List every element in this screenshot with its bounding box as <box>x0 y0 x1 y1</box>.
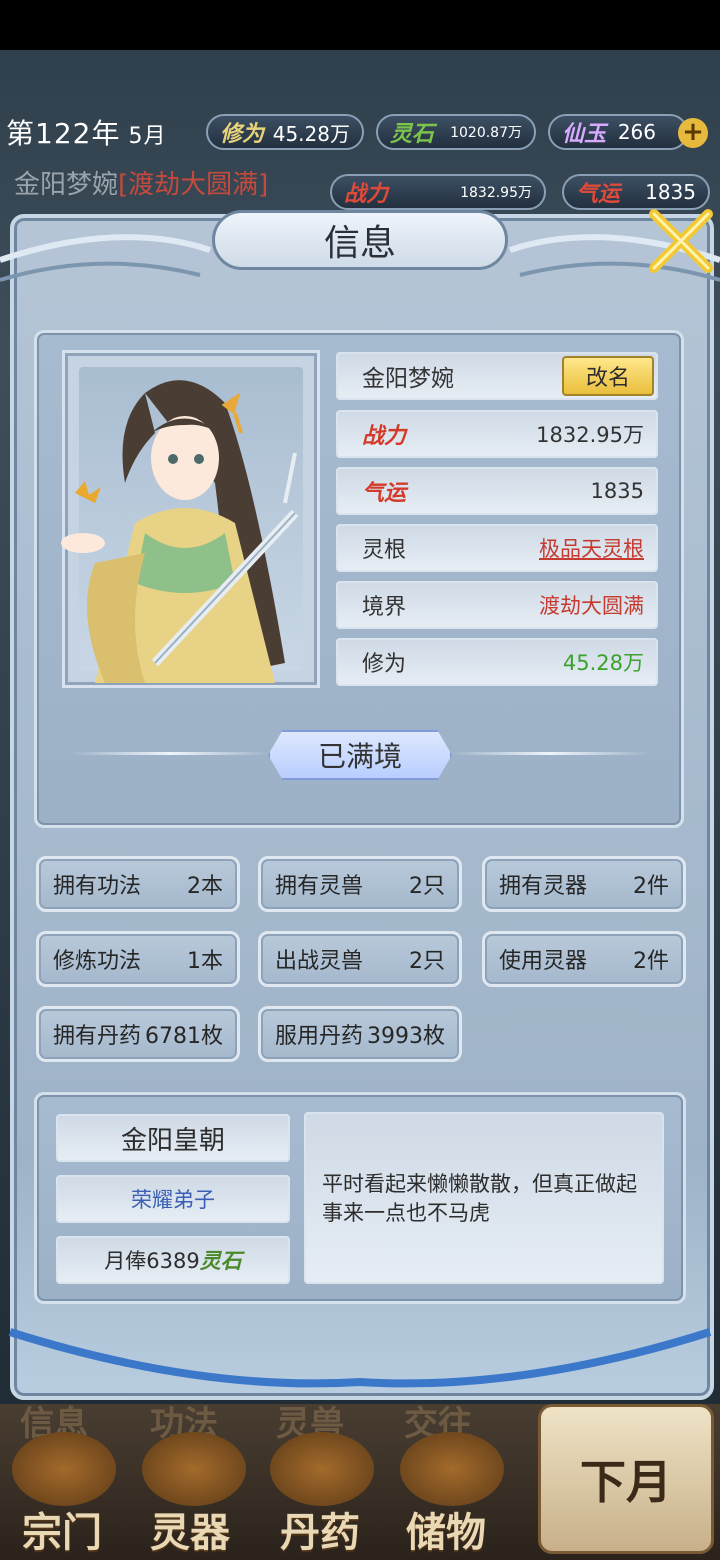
add-xianyu-button[interactable]: + <box>678 118 708 148</box>
zhanli-row-label: 战力 <box>362 423 407 449</box>
stat-label: 拥有丹药 <box>53 1024 142 1049</box>
stat-label: 拥有功法 <box>53 874 142 899</box>
stat-consumed-pills[interactable]: 服用丹药 3993枚 <box>258 1006 462 1062</box>
salary-amount: 月俸6389 <box>104 1249 200 1273</box>
salary-unit: 灵石 <box>199 1248 242 1273</box>
stat-equipped-artifacts[interactable]: 使用灵器 2件 <box>482 931 686 987</box>
character-description: 平时看起来懒懒散散，但真正做起事来一点也不马虎 <box>304 1112 664 1284</box>
qiyun-row: 气运 1835 <box>336 467 658 515</box>
qiyun-chip: 气运 1835 <box>562 174 710 210</box>
pill-gourd-icon <box>270 1432 374 1506</box>
stat-value: 3993枚 <box>367 1024 445 1049</box>
nav-tab-pills[interactable]: 丹药 <box>280 1500 360 1558</box>
hud-character-name: 金阳梦婉 <box>14 170 119 200</box>
zhanli-row: 战力 1832.95万 <box>336 410 658 458</box>
xiuwei-label: 修为 <box>220 121 265 147</box>
next-month-button[interactable]: 下月 <box>538 1404 714 1554</box>
stat-value: 2只 <box>409 949 445 974</box>
stat-battle-beasts[interactable]: 出战灵兽 2只 <box>258 931 462 987</box>
xianyu-label: 仙玉 <box>562 121 607 147</box>
stat-label: 使用灵器 <box>499 949 588 974</box>
nav-tab-sect[interactable]: 宗门 <box>22 1500 102 1558</box>
stat-value: 2本 <box>187 874 223 899</box>
hud-character: 金阳梦婉[渡劫大圆满] <box>14 164 268 201</box>
character-name: 金阳梦婉 <box>362 366 454 392</box>
stat-value: 1本 <box>187 949 223 974</box>
stat-label: 拥有灵器 <box>499 874 588 899</box>
lingshi-label: 灵石 <box>390 121 435 147</box>
xiuwei-chip: 修为 45.28万 <box>206 114 364 150</box>
xiuwei-value: 45.28万 <box>272 121 350 146</box>
panel-title-box: 信息 <box>212 210 508 270</box>
monthly-salary: 月俸6389 灵石 <box>56 1236 290 1284</box>
divider-left <box>70 752 270 755</box>
zhanli-chip: 战力 1832.95万 <box>330 174 546 210</box>
artifact-flame-icon <box>142 1432 246 1506</box>
linggen-row-label: 灵根 <box>362 538 407 563</box>
maxed-realm-button[interactable]: 已满境 <box>268 730 452 780</box>
stat-label: 服用丹药 <box>275 1024 364 1049</box>
stat-label: 拥有灵兽 <box>275 874 364 899</box>
xiuwei-row-label: 修为 <box>362 652 407 677</box>
stat-value: 6781枚 <box>145 1024 223 1049</box>
stat-label: 修炼功法 <box>53 949 142 974</box>
jingjie-row: 境界 渡劫大圆满 <box>336 581 658 629</box>
xianyu-value: 266 <box>617 120 656 144</box>
character-portrait <box>61 380 299 683</box>
qiyun-row-label: 气运 <box>362 480 407 506</box>
close-icon[interactable] <box>646 206 716 276</box>
game-date: 第122年 5月 <box>6 112 166 152</box>
character-portrait-frame <box>61 350 320 688</box>
stat-owned-pills[interactable]: 拥有丹药 6781枚 <box>36 1006 240 1062</box>
zhanli-value: 1832.95万 <box>460 185 532 201</box>
stat-value: 2件 <box>633 949 669 974</box>
nav-tab-storage[interactable]: 储物 <box>406 1500 486 1558</box>
game-month: 5月 <box>128 124 167 149</box>
status-bar <box>0 0 720 50</box>
stat-owned-beasts[interactable]: 拥有灵兽 2只 <box>258 856 462 912</box>
qiyun-value: 1835 <box>645 180 696 204</box>
linggen-row: 灵根 极品天灵根 <box>336 524 658 572</box>
qiyun-label: 气运 <box>576 181 621 207</box>
game-year: 第122年 <box>6 117 121 150</box>
zhanli-row-value: 1832.95万 <box>536 423 644 447</box>
linggen-link[interactable]: 极品天灵根 <box>539 533 644 563</box>
sect-name: 金阳皇朝 <box>56 1114 290 1162</box>
nav-tab-artifacts[interactable]: 灵器 <box>150 1500 230 1558</box>
jingjie-row-value: 渡劫大圆满 <box>539 594 644 618</box>
stat-owned-artifacts[interactable]: 拥有灵器 2件 <box>482 856 686 912</box>
divider-right <box>450 752 650 755</box>
hud-character-rank: [渡劫大圆满] <box>118 170 269 200</box>
stat-owned-techniques[interactable]: 拥有功法 2本 <box>36 856 240 912</box>
sect-gate-icon <box>12 1432 116 1506</box>
rename-button[interactable]: 改名 <box>562 356 654 396</box>
xiuwei-row: 修为 45.28万 <box>336 638 658 686</box>
xianyu-chip: 仙玉 266 <box>548 114 688 150</box>
lingshi-value: 1020.87万 <box>450 125 522 141</box>
stat-cultivating-technique[interactable]: 修炼功法 1本 <box>36 931 240 987</box>
stat-label: 出战灵兽 <box>275 949 364 974</box>
qiyun-row-value: 1835 <box>590 479 644 503</box>
xiuwei-row-value: 45.28万 <box>562 651 644 675</box>
jingjie-row-label: 境界 <box>362 595 407 620</box>
next-month-label: 下月 <box>580 1455 672 1509</box>
storage-ring-icon <box>400 1432 504 1506</box>
stat-value: 2件 <box>633 874 669 899</box>
lingshi-chip: 灵石 1020.87万 <box>376 114 536 150</box>
stat-value: 2只 <box>409 874 445 899</box>
zhanli-label: 战力 <box>344 181 389 207</box>
panel-title: 信息 <box>323 223 396 264</box>
sect-title: 荣耀弟子 <box>56 1175 290 1223</box>
